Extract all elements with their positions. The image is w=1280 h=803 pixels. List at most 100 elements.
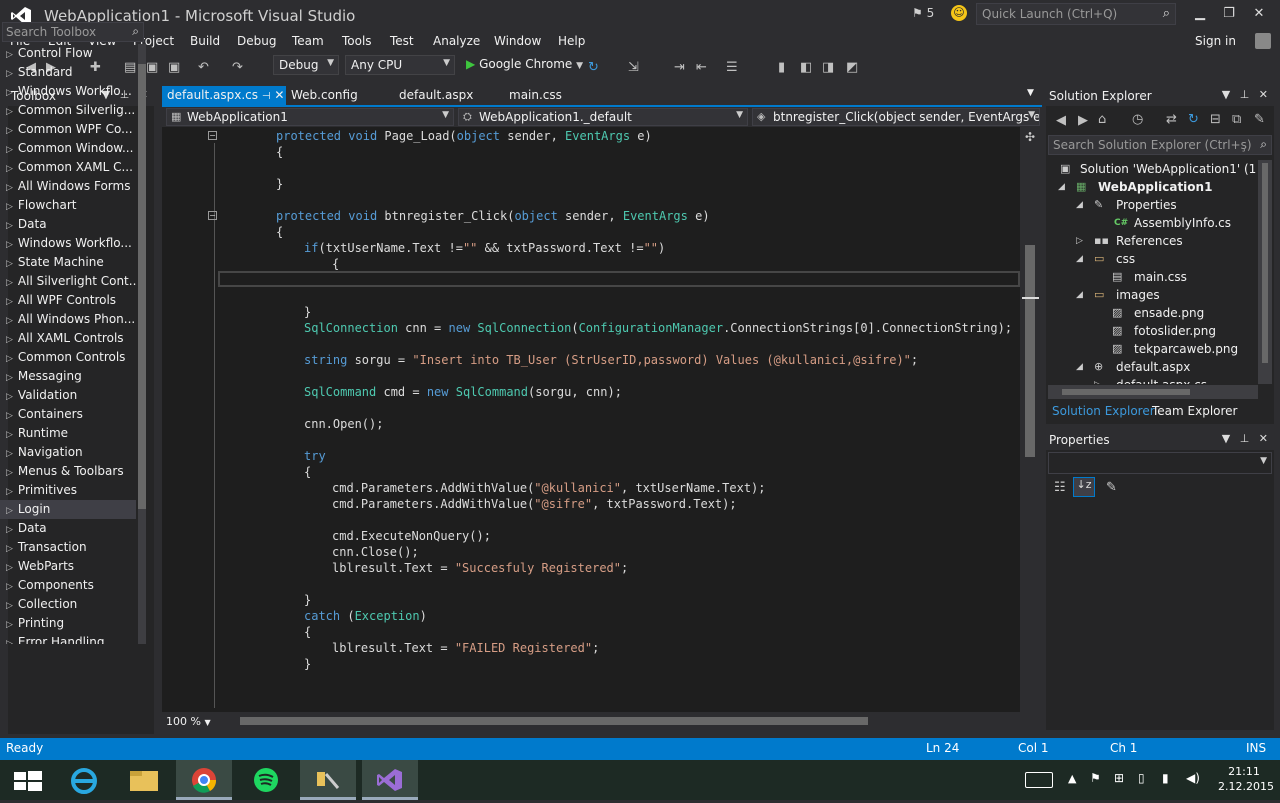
battery-icon[interactable]: ▯ — [1138, 771, 1145, 785]
property-pages-icon[interactable]: ✎ — [1106, 480, 1117, 495]
toolbox-category[interactable]: ▷ Login — [0, 500, 136, 519]
back-icon[interactable]: ◀ — [1056, 113, 1066, 128]
volume-icon[interactable]: ◀) — [1186, 771, 1200, 785]
toolbox-category[interactable]: ▷ Printing — [0, 614, 136, 633]
quick-launch-input[interactable]: Quick Launch (Ctrl+Q) ⌕ — [976, 3, 1176, 25]
panel-controls[interactable]: ▼ ⊥ ✕ — [1222, 88, 1271, 101]
menu-window[interactable]: Window — [494, 34, 541, 48]
tab-web-config[interactable]: Web.config — [286, 86, 363, 105]
show-all-files-icon[interactable]: ⧉ — [1232, 112, 1241, 127]
internet-explorer-icon[interactable] — [56, 760, 112, 800]
menu-debug[interactable]: Debug — [237, 34, 276, 48]
zoom-dropdown[interactable]: 100 % ▼ — [166, 715, 211, 728]
toolbox-category[interactable]: ▷ Primitives — [0, 481, 136, 500]
start-button[interactable] — [0, 760, 56, 800]
toolbox-category[interactable]: ▷ Standard — [0, 63, 136, 82]
browser-link-icon[interactable]: ⇲ — [628, 60, 639, 75]
home-icon[interactable]: ⌂ — [1098, 112, 1106, 127]
visual-studio-taskbar-icon[interactable] — [362, 760, 418, 800]
maximize-button[interactable]: ❐ — [1219, 6, 1239, 21]
taskbar-clock[interactable]: 21:11 2.12.2015 — [1218, 764, 1274, 794]
show-hidden-icons-icon[interactable]: ▲ — [1068, 772, 1076, 785]
editor-scroll-thumb[interactable] — [1025, 245, 1035, 457]
redo-icon[interactable]: ↷ — [232, 60, 243, 75]
bookmark-icon[interactable]: ▮ — [778, 60, 785, 75]
menu-analyze[interactable]: Analyze — [433, 34, 480, 48]
close-icon[interactable]: ✕ — [274, 88, 284, 102]
tree-item-default-aspx-cs[interactable]: ▷default.aspx.cs — [1048, 376, 1258, 384]
toolbox-category[interactable]: ▷ State Machine — [0, 253, 136, 272]
file-explorer-icon[interactable] — [116, 760, 172, 800]
toolbox-category[interactable]: ▷ Data — [0, 215, 136, 234]
toolbox-category[interactable]: ▷ Validation — [0, 386, 136, 405]
chrome-icon[interactable] — [176, 760, 232, 800]
toolbox-category[interactable]: ▷ Containers — [0, 405, 136, 424]
tab-solution-explorer[interactable]: Solution Explorer — [1052, 404, 1155, 418]
feedback-smiley-icon[interactable]: ☺ — [951, 5, 967, 21]
tree-item-ensade-png[interactable]: ▨ ensade.png — [1048, 304, 1258, 322]
toolbox-category[interactable]: ▷ Common Silverlig... — [0, 101, 136, 120]
step-icon[interactable]: ⇥ — [674, 60, 685, 75]
menu-build[interactable]: Build — [190, 34, 220, 48]
toolbox-category[interactable]: ▷ Windows Workflo... — [0, 82, 136, 101]
tree-item-images-folder[interactable]: ◢ ▭ images — [1048, 286, 1258, 304]
configuration-dropdown[interactable]: Debug ▼ — [273, 55, 339, 75]
member-dropdown[interactable]: ◈ btnregister_Click(object sender, EventA… — [752, 108, 1040, 126]
keyboard-icon[interactable] — [1025, 772, 1053, 788]
notifications[interactable]: ⚑ 5 — [912, 6, 934, 20]
tree-item-tekparcaweb-png[interactable]: ▨ tekparcaweb.png — [1048, 340, 1258, 358]
windows-tray-icon[interactable]: ⊞ — [1114, 771, 1124, 785]
platform-dropdown[interactable]: Any CPU ▼ — [345, 55, 455, 75]
forward-icon[interactable]: ▶ — [1078, 113, 1088, 128]
toolbox-category[interactable]: ▷ Menus & Toolbars — [0, 462, 136, 481]
tab-team-explorer[interactable]: Team Explorer — [1152, 404, 1238, 418]
tree-item-properties[interactable]: ◢ ✎ Properties — [1048, 196, 1258, 214]
toolbox-category[interactable]: ▷ WebParts — [0, 557, 136, 576]
next-bookmark-icon[interactable]: ◨ — [822, 60, 834, 75]
toolbox-category[interactable]: ▷ Common XAML C... — [0, 158, 136, 177]
categorized-icon[interactable]: ☷ — [1054, 480, 1066, 495]
undo-icon[interactable]: ↶ — [198, 60, 209, 75]
tools-app-icon[interactable] — [300, 760, 356, 800]
tree-item-fotoslider-png[interactable]: ▨ fotoslider.png — [1048, 322, 1258, 340]
solution-explorer-search-input[interactable]: Search Solution Explorer (Ctrl+ş) ⌕ — [1048, 135, 1272, 155]
tree-item-default-aspx[interactable]: ◢ ⊕ default.aspx — [1048, 358, 1258, 376]
start-debugging-button[interactable]: ▶ Google Chrome ▼ — [466, 57, 583, 71]
toolbox-search-input[interactable]: Search Toolbox ⌕ — [2, 22, 144, 42]
class-dropdown[interactable]: ⛭ WebApplication1._default ▼ — [458, 108, 748, 126]
tab-overflow-dropdown-icon[interactable]: ▼ — [1022, 86, 1039, 105]
toolbox-category[interactable]: ▷ Common WPF Co... — [0, 120, 136, 139]
project-dropdown[interactable]: ▦ WebApplication1 ▼ — [166, 108, 454, 126]
menu-tools[interactable]: Tools — [342, 34, 372, 48]
toolbox-category[interactable]: ▷ All XAML Controls — [0, 329, 136, 348]
tree-item-css-folder[interactable]: ◢ ▭ css — [1048, 250, 1258, 268]
menu-test[interactable]: Test — [390, 34, 414, 48]
clear-bookmarks-icon[interactable]: ◩ — [846, 60, 858, 75]
toolbox-scroll-thumb[interactable] — [138, 64, 146, 509]
split-icon[interactable]: ✣ — [1025, 130, 1035, 144]
network-icon[interactable]: ▮ — [1162, 771, 1169, 785]
toolbox-category[interactable]: ▷ Data — [0, 519, 136, 538]
toolbox-category[interactable]: ▷ All Windows Phon... — [0, 310, 136, 329]
toolbox-category[interactable]: ▷ Navigation — [0, 443, 136, 462]
tree-item-solution[interactable]: ▣Solution 'WebApplication1' (1 pro — [1048, 160, 1258, 178]
tree-item-assemblyinfo[interactable]: C# AssemblyInfo.cs — [1048, 214, 1258, 232]
tab-main-css[interactable]: main.css — [504, 86, 567, 105]
collapse-icon[interactable]: − — [208, 211, 217, 220]
menu-team[interactable]: Team — [292, 34, 324, 48]
toolbox-category[interactable]: ▷ Control Flow — [0, 44, 136, 63]
toolbox-category[interactable]: ▷ Common Window... — [0, 139, 136, 158]
save-icon[interactable]: ▣ — [146, 60, 158, 75]
tree-item-project[interactable]: ◢ ▦ WebApplication1 — [1048, 178, 1258, 196]
toolbox-category[interactable]: ▷ Components — [0, 576, 136, 595]
toolbox-category[interactable]: ▷ All Windows Forms — [0, 177, 136, 196]
save-all-icon[interactable]: ▣ — [168, 60, 180, 75]
account-icon[interactable] — [1255, 33, 1271, 49]
menu-help[interactable]: Help — [558, 34, 585, 48]
toolbox-category[interactable]: ▷ All Silverlight Cont... — [0, 272, 136, 291]
collapse-all-icon[interactable]: ⊟ — [1210, 112, 1221, 127]
solution-tree-hscroll-thumb[interactable] — [1062, 389, 1190, 395]
minimize-button[interactable]: ▁ — [1190, 6, 1210, 21]
toolbox-category[interactable]: ▷ Common Controls — [0, 348, 136, 367]
toolbox-category[interactable]: ▷ Messaging — [0, 367, 136, 386]
